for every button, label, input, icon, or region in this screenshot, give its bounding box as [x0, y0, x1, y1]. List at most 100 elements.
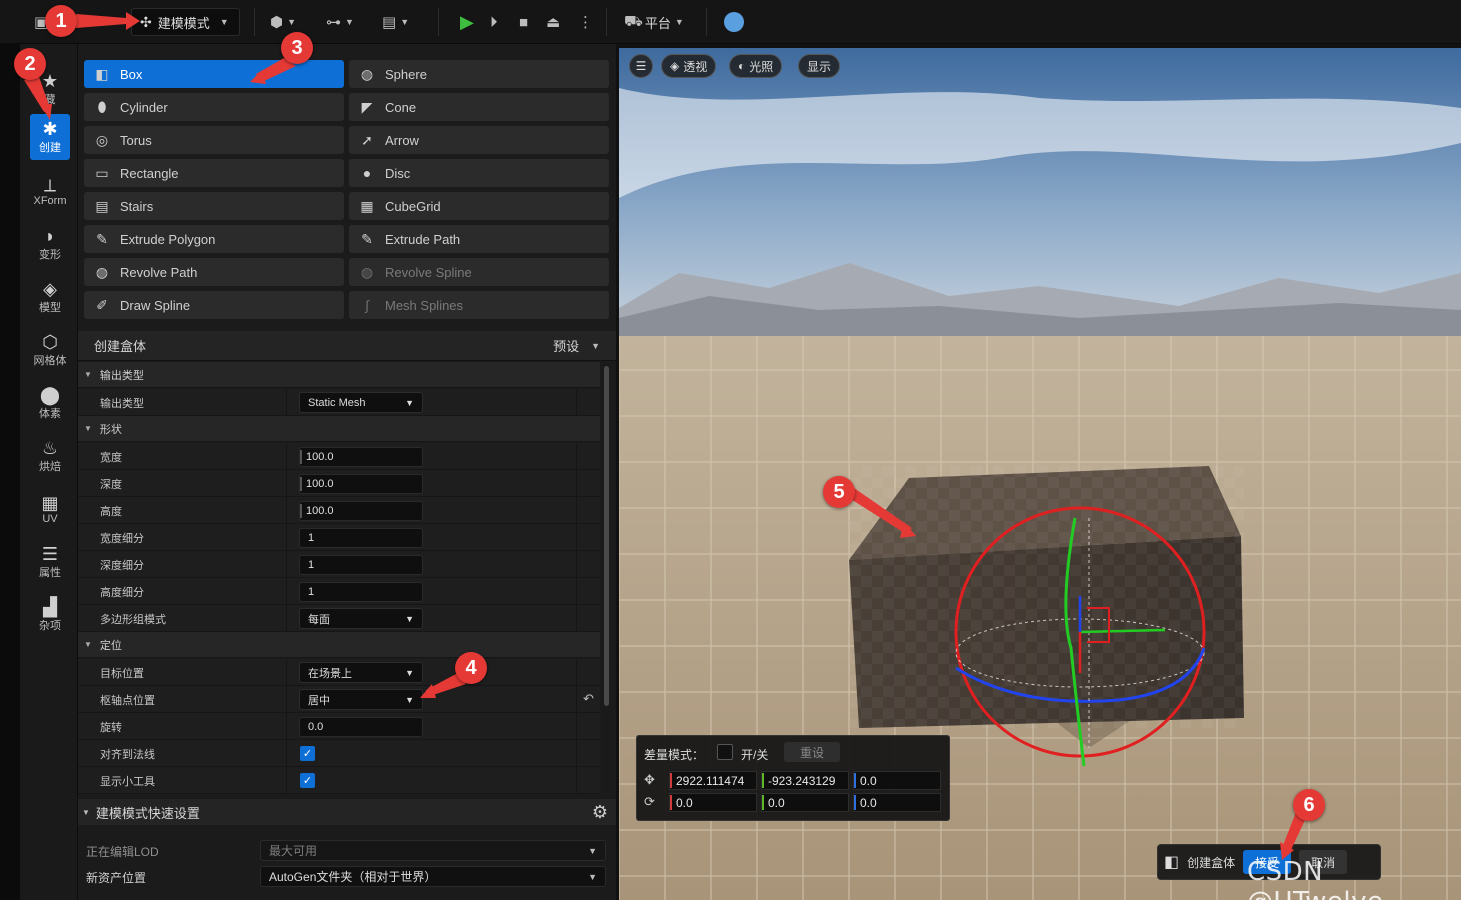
mode-uv[interactable]: ▦ UV [30, 486, 70, 532]
width-subdivisions-input[interactable]: 1 [299, 528, 423, 548]
row-depth-subdivisions: 深度细分 1 [78, 551, 600, 578]
tool-rectangle[interactable]: ▭ Rectangle [84, 159, 344, 187]
scrollbar-thumb[interactable] [604, 366, 609, 706]
platform-icon: ⛟ [624, 12, 643, 30]
delta-mode-checkbox[interactable] [717, 744, 733, 760]
mode-xform[interactable]: ⟂ XForm [30, 168, 70, 214]
modeling-category-bar: ★ 藏 ✱ 创建 ⟂ XForm ◗ 变形 ◈ 模型 ⬡ 网格体 ⬤ 体素 ♨ … [20, 44, 78, 900]
accept-bar-title: 创建盒体 [1187, 855, 1236, 870]
output-type-dropdown[interactable]: Static Mesh ▼ [299, 392, 423, 413]
mode-bake[interactable]: ♨ 烘焙 [30, 433, 70, 479]
show-gizmo-checkbox[interactable]: ✓ [300, 773, 315, 788]
play-options-button[interactable]: ⋮ [578, 8, 593, 36]
polygroup-mode-dropdown[interactable]: 每面 ▼ [299, 608, 423, 629]
property-list: ▼ 输出类型 输出类型 Static Mesh ▼ ▼ 形状 宽度 100.0 深度 … [78, 362, 600, 798]
tool-disc[interactable]: ● Disc [349, 159, 609, 187]
tool-torus[interactable]: ◎ Torus [84, 126, 344, 154]
clapperboard-icon: ▤ [382, 14, 397, 31]
cone-icon: ◤ [361, 98, 373, 115]
reset-to-default-icon[interactable]: ↶ [583, 691, 594, 707]
level-viewport[interactable]: ☰ ◈ 透视 ◐ 光照 显示 差量模式： 开/关 重设 ✥ ⟳ 2922.11147… [619, 48, 1461, 900]
editing-lod-dropdown[interactable]: 最大可用 ▼ [260, 840, 606, 861]
rectangle-icon: ▭ [95, 164, 109, 181]
row-width: 宽度 100.0 [78, 443, 600, 470]
tool-box[interactable]: ◧ Box [84, 60, 344, 88]
collapse-triangle-icon: ▼ [84, 640, 92, 649]
pivot-position-dropdown[interactable]: 居中 ▼ [299, 689, 423, 710]
height-input[interactable]: 100.0 [299, 501, 423, 521]
bake-flame-icon: ♨ [41, 438, 59, 458]
preset-dropdown[interactable]: 预设 ▼ [553, 336, 600, 355]
rotation-y-input[interactable]: 0.0 [761, 793, 849, 812]
tool-extrude-path[interactable]: ✎ Extrude Path [349, 225, 609, 253]
source-control-button[interactable] [724, 8, 744, 36]
mode-mesh[interactable]: ⬡ 网格体 [30, 327, 70, 373]
chevron-down-icon: ▼ [588, 871, 597, 882]
deform-icon: ◗ [44, 226, 56, 246]
annotation-badge: 5 [823, 476, 855, 508]
sphere-icon: ◍ [360, 65, 374, 82]
viewport-menu-button[interactable]: ☰ [629, 54, 653, 78]
location-x-input[interactable]: 2922.111474 [669, 771, 757, 790]
lighting-button[interactable]: ◐ 光照 [729, 54, 783, 78]
tool-cylinder[interactable]: ⬮ Cylinder [84, 93, 344, 121]
chevron-down-icon: ▼ [219, 17, 229, 27]
tool-mesh-splines[interactable]: ʃ Mesh Splines [349, 291, 609, 319]
section-positioning[interactable]: ▼ 定位 [78, 632, 600, 658]
delta-reset-button[interactable]: 重设 [784, 742, 840, 762]
tool-extrude-polygon[interactable]: ✎ Extrude Polygon [84, 225, 344, 253]
chevron-down-icon: ▼ [405, 397, 414, 408]
location-y-input[interactable]: -923.243129 [761, 771, 849, 790]
annotation-badge: 3 [281, 32, 313, 64]
platforms-button[interactable]: ⛟ 平台 ▼ [624, 8, 684, 36]
tool-stairs[interactable]: ▤ Stairs [84, 192, 344, 220]
property-scrollbar[interactable] [603, 364, 610, 794]
align-to-normal-checkbox[interactable]: ✓ [300, 746, 315, 761]
tool-arrow[interactable]: ➚ Arrow [349, 126, 609, 154]
rotation-input[interactable]: 0.0 [299, 717, 423, 737]
create-icon: ✱ [42, 119, 58, 139]
tool-revolve-spline[interactable]: ◍ Revolve Spline [349, 258, 609, 286]
show-button[interactable]: 显示 [798, 54, 841, 78]
location-z-input[interactable]: 0.0 [853, 771, 941, 790]
mode-voxel[interactable]: ⬤ 体素 [30, 380, 70, 426]
width-input[interactable]: 100.0 [299, 447, 423, 467]
mode-deform[interactable]: ◗ 变形 [30, 221, 70, 267]
tool-cone[interactable]: ◤ Cone [349, 93, 609, 121]
checkmark-icon: ✓ [302, 748, 313, 760]
blueprint-button[interactable]: ⊶ ▼ [326, 8, 354, 36]
quick-settings-header[interactable]: ▼ 建模模式快速设置 ⚙ [78, 799, 616, 825]
row-rotation: 旋转 0.0 [78, 713, 600, 740]
misc-icon: ▟ [43, 597, 57, 617]
mode-selector-button[interactable]: ✣ 建模模式 ▼ [131, 8, 240, 36]
modeling-mode-icon: ✣ [140, 13, 152, 30]
rotation-x-input[interactable]: 0.0 [669, 793, 757, 812]
depth-subdivisions-input[interactable]: 1 [299, 555, 423, 575]
row-height: 高度 100.0 [78, 497, 600, 524]
mode-create[interactable]: ✱ 创建 [30, 114, 70, 160]
new-asset-location-dropdown[interactable]: AutoGen文件夹（相对于世界） ▼ [260, 866, 606, 887]
mode-attributes[interactable]: ☰ 属性 [30, 539, 70, 585]
tool-sphere[interactable]: ◍ Sphere [349, 60, 609, 88]
target-position-dropdown[interactable]: 在场景上 ▼ [299, 662, 423, 683]
gear-icon[interactable]: ⚙ [592, 802, 608, 823]
cinematics-button[interactable]: ▤ ▼ [382, 8, 409, 36]
stop-button[interactable]: ■ [519, 8, 528, 36]
section-output-type[interactable]: ▼ 输出类型 [78, 362, 600, 388]
eject-button[interactable]: ⏏ [546, 8, 560, 36]
mode-misc[interactable]: ▟ 杂项 [30, 592, 70, 638]
depth-input[interactable]: 100.0 [299, 474, 423, 494]
height-subdivisions-input[interactable]: 1 [299, 582, 423, 602]
section-shape[interactable]: ▼ 形状 [78, 416, 600, 442]
tool-draw-spline[interactable]: ✐ Draw Spline [84, 291, 344, 319]
rotation-z-input[interactable]: 0.0 [853, 793, 941, 812]
cubegrid-icon: ▦ [360, 197, 374, 214]
arrow-icon: ➚ [361, 131, 373, 148]
play-button[interactable]: ▶ [460, 8, 474, 36]
tool-cubegrid[interactable]: ▦ CubeGrid [349, 192, 609, 220]
row-polygroup-mode: 多边形组模式 每面 ▼ [78, 605, 600, 632]
perspective-button[interactable]: ◈ 透视 [661, 54, 717, 78]
mode-model[interactable]: ◈ 模型 [30, 274, 70, 320]
advance-frame-button[interactable]: ⏵ [490, 8, 498, 36]
tool-revolve-path[interactable]: ◍ Revolve Path [84, 258, 344, 286]
